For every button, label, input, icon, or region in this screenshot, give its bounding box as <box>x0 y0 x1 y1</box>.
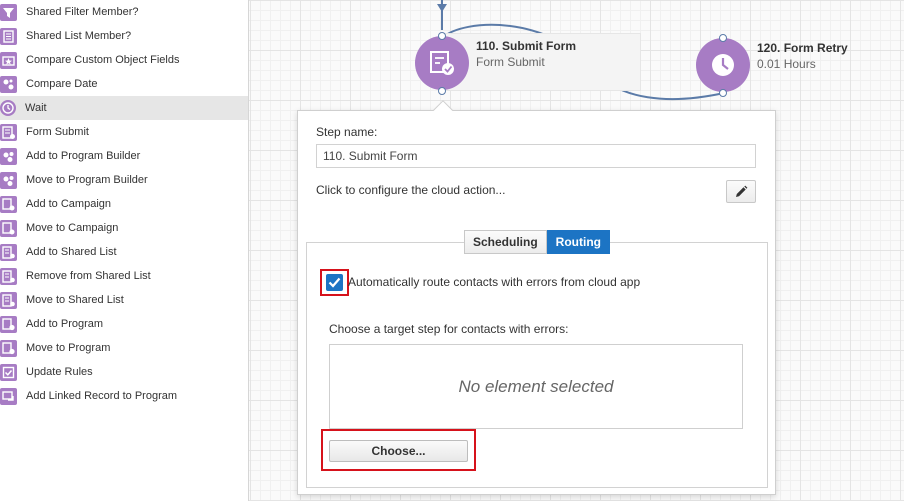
node-title: 120. Form Retry <box>757 41 848 55</box>
program-builder-icon <box>0 147 17 165</box>
node-submit-form-circle[interactable] <box>415 36 469 90</box>
palette-item-label: Add to Shared List <box>26 246 117 258</box>
palette-item-label: Form Submit <box>26 126 89 138</box>
form-submit-icon <box>430 51 454 75</box>
palette-item-form-submit[interactable]: Form Submit <box>0 120 248 144</box>
shared-list-icon <box>0 291 17 309</box>
campaign-icon <box>0 195 17 213</box>
form-icon <box>0 123 17 141</box>
palette-item-label: Add to Program Builder <box>26 150 141 162</box>
list-icon <box>0 27 17 45</box>
palette-item-label: Shared List Member? <box>26 30 132 42</box>
palette-item-move-to-program-builder[interactable]: Move to Program Builder <box>0 168 248 192</box>
palette-item-add-to-program[interactable]: Add to Program <box>0 312 248 336</box>
node-title: 110. Submit Form <box>476 39 577 53</box>
choose-button-highlight: Choose... <box>321 429 476 471</box>
node-form-retry-circle[interactable] <box>696 38 750 92</box>
custom-object-icon <box>0 51 17 69</box>
palette-item-label: Update Rules <box>26 366 93 378</box>
palette-item-move-to-program[interactable]: Move to Program <box>0 336 248 360</box>
update-rules-icon <box>0 363 17 381</box>
palette-item-update-rules[interactable]: Update Rules <box>0 360 248 384</box>
palette-item-wait[interactable]: Wait <box>0 96 248 120</box>
palette-item-label: Move to Program Builder <box>26 174 148 186</box>
shared-list-icon <box>0 267 17 285</box>
program-icon <box>0 339 17 357</box>
palette-item-add-to-campaign[interactable]: Add to Campaign <box>0 192 248 216</box>
palette-item-move-to-shared-list[interactable]: Move to Shared List <box>0 288 248 312</box>
palette-item-compare-date[interactable]: Compare Date <box>0 72 248 96</box>
program-icon <box>0 315 17 333</box>
auto-route-highlight <box>320 269 349 296</box>
palette-item-add-to-program-builder[interactable]: Add to Program Builder <box>0 144 248 168</box>
clock-icon <box>712 54 734 76</box>
auto-route-checkbox[interactable] <box>326 274 343 291</box>
incoming-arrowhead <box>437 4 447 12</box>
palette-item-label: Add to Campaign <box>26 198 111 210</box>
no-element-selected-text: No element selected <box>458 376 614 396</box>
date-icon <box>0 75 17 93</box>
node-submit-form-output-port[interactable] <box>438 87 446 95</box>
palette-item-move-to-campaign[interactable]: Move to Campaign <box>0 216 248 240</box>
linked-record-icon <box>0 387 17 405</box>
filter-icon <box>0 3 17 21</box>
configure-cloud-action-button[interactable] <box>726 180 756 203</box>
step-name-label: Step name: <box>316 125 378 139</box>
palette-item-label: Compare Custom Object Fields <box>26 54 180 66</box>
step-palette: Shared Filter Member? Shared List Member… <box>0 0 249 501</box>
step-name-input[interactable] <box>316 144 756 168</box>
clock-icon <box>0 100 16 116</box>
auto-route-label: Automatically route contacts with errors… <box>348 275 641 289</box>
program-builder-icon <box>0 171 17 189</box>
target-step-box: No element selected <box>329 344 743 429</box>
node-form-retry-output-port[interactable] <box>719 89 727 97</box>
shared-list-icon <box>0 243 17 261</box>
campaign-icon <box>0 219 17 237</box>
node-subtitle: Form Submit <box>476 55 545 69</box>
routing-tab-panel: Scheduling Routing Automatically route c… <box>306 230 768 488</box>
palette-item-compare-custom-object-fields[interactable]: Compare Custom Object Fields <box>0 48 248 72</box>
palette-item-add-to-shared-list[interactable]: Add to Shared List <box>0 240 248 264</box>
palette-item-label: Add to Program <box>26 318 104 330</box>
step-config-panel: Step name: Click to configure the cloud … <box>297 100 776 495</box>
palette-item-label: Remove from Shared List <box>26 270 151 282</box>
tab-routing[interactable]: Routing <box>546 230 610 254</box>
node-submit-form-input-port[interactable] <box>438 32 446 40</box>
choose-target-button[interactable]: Choose... <box>329 440 468 462</box>
tab-scheduling[interactable]: Scheduling <box>464 230 547 254</box>
target-step-label: Choose a target step for contacts with e… <box>329 322 569 336</box>
palette-item-label: Move to Shared List <box>26 294 124 306</box>
palette-item-label: Add Linked Record to Program <box>26 390 178 402</box>
tab-bar: Scheduling Routing <box>464 230 610 254</box>
node-subtitle: 0.01 Hours <box>757 57 816 71</box>
node-form-retry-input-port[interactable] <box>719 34 727 42</box>
palette-item-label: Wait <box>25 102 47 114</box>
checkmark-icon <box>328 277 341 288</box>
palette-item-shared-list-member[interactable]: Shared List Member? <box>0 24 248 48</box>
palette-item-label: Compare Date <box>26 78 98 90</box>
palette-item-remove-from-shared-list[interactable]: Remove from Shared List <box>0 264 248 288</box>
palette-item-label: Move to Program <box>26 342 111 354</box>
palette-item-add-linked-record-to-program[interactable]: Add Linked Record to Program <box>0 384 248 408</box>
palette-item-label: Shared Filter Member? <box>26 6 139 18</box>
pencil-icon <box>736 185 748 197</box>
palette-item-shared-filter-member[interactable]: Shared Filter Member? <box>0 0 248 24</box>
palette-item-label: Move to Campaign <box>26 222 119 234</box>
cloud-action-text: Click to configure the cloud action... <box>316 183 506 197</box>
